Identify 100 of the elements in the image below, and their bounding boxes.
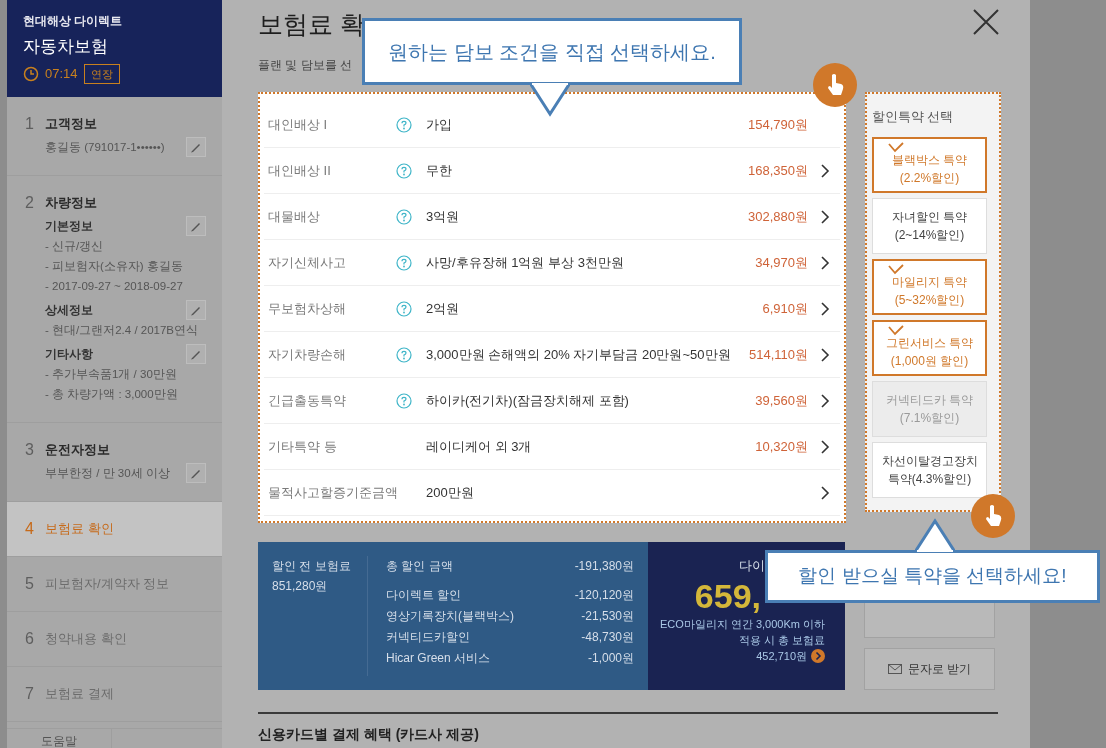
coverage-label: 물적사고할증기준금액 bbox=[268, 483, 396, 502]
detail-text: 홍길동 (791017-1••••••) bbox=[45, 140, 165, 155]
product-title: 자동차보험 bbox=[23, 36, 109, 58]
summary-amount: -21,530원 bbox=[581, 608, 634, 625]
chevron-icon[interactable] bbox=[820, 484, 830, 501]
page-title: 보험료 확 bbox=[258, 9, 365, 40]
chevron-icon[interactable] bbox=[820, 208, 830, 225]
check-icon bbox=[888, 141, 904, 153]
summary-label: 총 할인 금액 bbox=[386, 558, 453, 575]
step-item[interactable]: 4 보험료 확인 bbox=[7, 502, 222, 557]
chevron-icon[interactable] bbox=[820, 300, 830, 317]
coverage-price: 154,790원 bbox=[748, 115, 808, 134]
discount-option[interactable]: 차선이탈경고장치 특약(4.3%할인) bbox=[872, 441, 987, 498]
step-title: 보험료 확인 bbox=[45, 520, 115, 538]
coverage-label: 자기신체사고 bbox=[268, 253, 347, 272]
discount-option[interactable]: 마일리지 특약 (5~32%할인) bbox=[872, 258, 987, 315]
coverage-price: 10,320원 bbox=[755, 437, 808, 456]
detail-text: - 신규/갱신 bbox=[45, 239, 105, 254]
summary-amount: -120,120원 bbox=[574, 587, 634, 604]
step-number: 1 bbox=[25, 115, 35, 134]
coverage-value: 가입 bbox=[426, 115, 453, 134]
coverage-value: 하이카(전기차)(잠금장치해제 포함) bbox=[426, 391, 630, 410]
summary-amount: -191,380원 bbox=[574, 558, 634, 575]
coverage-price: 6,910원 bbox=[762, 299, 808, 318]
detail-text: - 추가부속품1개 / 30만원 bbox=[45, 367, 178, 382]
discount-option[interactable]: 그린서비스 특약 (1,000원 할인) bbox=[872, 319, 987, 376]
step-number: 7 bbox=[25, 685, 35, 703]
coverage-price: 34,970원 bbox=[755, 253, 808, 272]
step-title[interactable]: 보험료 결제 bbox=[45, 685, 206, 703]
section-heading: 상세정보 bbox=[45, 302, 93, 319]
note-amount: 452,710원 bbox=[756, 648, 807, 664]
help-icon[interactable] bbox=[396, 162, 412, 179]
help-icon[interactable] bbox=[396, 254, 412, 271]
summary-amount: -1,000원 bbox=[587, 650, 634, 667]
coverage-price: 39,560원 bbox=[755, 391, 808, 410]
close-icon[interactable] bbox=[972, 8, 1000, 36]
step-number: 3 bbox=[25, 441, 35, 460]
coverage-value: 무한 bbox=[426, 161, 453, 180]
step-title[interactable]: 고객정보 bbox=[45, 115, 206, 133]
chevron-icon[interactable] bbox=[820, 162, 830, 179]
help-icon[interactable] bbox=[396, 208, 412, 225]
chevron-icon[interactable] bbox=[820, 392, 830, 409]
discount-option[interactable]: 블랙박스 특약 (2.2%할인) bbox=[872, 136, 987, 193]
edit-icon[interactable] bbox=[186, 137, 206, 157]
coverage-label: 기타특약 등 bbox=[268, 437, 338, 456]
section-title: 신용카드별 결제 혜택 (카드사 제공) bbox=[258, 726, 480, 742]
coverage-label: 대인배상 I bbox=[268, 115, 329, 134]
chevron-icon[interactable] bbox=[820, 438, 830, 455]
check-icon bbox=[888, 324, 904, 336]
discount-option[interactable]: 자녀할인 특약 (2~14%할인) bbox=[872, 197, 987, 254]
step-title[interactable]: 차량정보 bbox=[45, 194, 206, 212]
summary-label: Hicar Green 서비스 bbox=[386, 650, 491, 667]
summary-label: 다이렉트 할인 bbox=[386, 587, 462, 604]
edit-icon[interactable] bbox=[186, 216, 206, 236]
coverage-price: 514,110원 bbox=[748, 345, 808, 364]
help-icon[interactable] bbox=[396, 116, 412, 133]
help-icon[interactable] bbox=[396, 392, 412, 409]
summary-label: 커넥티드카할인 bbox=[386, 629, 470, 646]
coverage-price: 302,880원 bbox=[748, 207, 808, 226]
coverage-label: 대물배상 bbox=[268, 207, 321, 226]
note-text: ECO마일리지 연간 3,000Km 이하 bbox=[659, 616, 825, 632]
coverage-label: 대인배상 II bbox=[268, 161, 332, 180]
step-title[interactable]: 운전자정보 bbox=[45, 441, 206, 459]
total-label: 다이 bbox=[739, 557, 765, 575]
coverage-value: 레이디케어 외 3개 bbox=[426, 437, 533, 456]
coverage-price: 168,350원 bbox=[748, 161, 808, 180]
summary-label: 영상기록장치(블랙박스) bbox=[386, 608, 514, 625]
detail-text: - 현대/그랜저2.4 / 2017B연식 bbox=[45, 323, 200, 338]
coverage-label: 자기차량손해 bbox=[268, 345, 347, 364]
edit-icon[interactable] bbox=[186, 463, 206, 483]
step-number: 4 bbox=[25, 520, 35, 538]
coverage-value: 200만원 bbox=[426, 483, 475, 502]
brand-name: 현대해상 다이렉트 bbox=[23, 13, 124, 30]
coverage-label: 긴급출동특약 bbox=[268, 391, 347, 410]
help-icon[interactable] bbox=[396, 300, 412, 317]
check-icon bbox=[888, 263, 904, 275]
edit-icon[interactable] bbox=[186, 344, 206, 364]
summary-label: 할인 전 보험료 bbox=[272, 558, 352, 575]
clock-icon bbox=[23, 65, 39, 82]
section-heading: 기본정보 bbox=[45, 218, 93, 235]
panel-title: 할인특약 선택 bbox=[872, 109, 955, 126]
edit-icon[interactable] bbox=[186, 300, 206, 320]
help-icon[interactable] bbox=[396, 346, 412, 363]
chevron-icon[interactable] bbox=[820, 254, 830, 271]
detail-text: - 2017-09-27 ~ 2018-09-27 bbox=[45, 279, 184, 294]
chevron-icon[interactable] bbox=[820, 346, 830, 363]
coverage-value: 사망/후유장해 1억원 부상 3천만원 bbox=[426, 253, 625, 272]
step-number: 2 bbox=[25, 194, 35, 213]
detail-text: 부부한정 / 만 30세 이상 bbox=[45, 466, 170, 481]
summary-amount: 851,280원 bbox=[272, 578, 329, 595]
step-number: 5 bbox=[25, 575, 35, 593]
coverage-value: 3억원 bbox=[426, 207, 461, 226]
step-title[interactable]: 청약내용 확인 bbox=[45, 630, 206, 648]
step-title[interactable]: 피보험자/계약자 정보 bbox=[45, 575, 206, 593]
coverage-label: 무보험차상해 bbox=[268, 299, 347, 318]
sms-button[interactable]: 문자로 받기 bbox=[864, 648, 995, 690]
extend-button[interactable]: 연장 bbox=[83, 63, 120, 84]
summary-amount: -48,730원 bbox=[581, 629, 634, 646]
detail-text: - 피보험자(소유자) 홍길동 bbox=[45, 259, 184, 274]
coverage-value: 2억원 bbox=[426, 299, 461, 318]
